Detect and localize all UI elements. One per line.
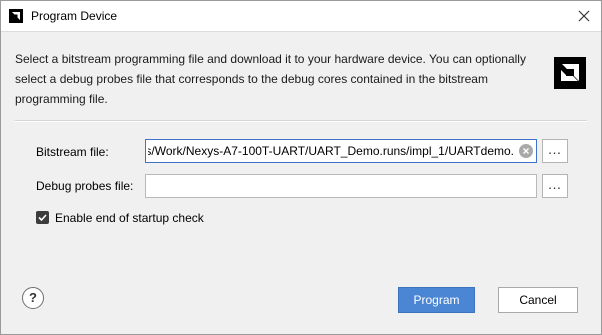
startup-check-checkbox[interactable] — [36, 211, 49, 224]
close-icon — [578, 10, 590, 22]
bitstream-browse-button[interactable]: … — [542, 139, 568, 163]
checkmark-icon — [38, 214, 47, 222]
window-title: Program Device — [31, 9, 118, 23]
program-device-dialog: Program Device Select a bitstream progra… — [0, 0, 602, 335]
debug-probes-browse-button[interactable]: … — [542, 174, 568, 198]
dialog-description: Select a bitstream programming file and … — [15, 52, 526, 106]
clear-icon[interactable] — [519, 144, 533, 158]
amd-brand-logo-icon — [554, 57, 586, 89]
startup-check-label[interactable]: Enable end of startup check — [55, 211, 204, 225]
bitstream-file-input[interactable]: C:/Users/Work/Nexys-A7-100T-UART/UART_De… — [145, 139, 537, 163]
bitstream-file-label: Bitstream file: — [36, 145, 109, 159]
program-button[interactable]: Program — [398, 287, 475, 313]
help-button[interactable]: ? — [22, 287, 44, 309]
amd-logo-icon — [9, 9, 23, 23]
cancel-button[interactable]: Cancel — [498, 287, 578, 313]
close-button[interactable] — [571, 3, 597, 29]
bitstream-file-value: C:/Users/Work/Nexys-A7-100T-UART/UART_De… — [148, 144, 514, 158]
debug-probes-file-input[interactable] — [145, 174, 537, 198]
debug-probes-file-label: Debug probes file: — [36, 179, 134, 193]
title-bar: Program Device — [1, 1, 601, 32]
separator — [15, 120, 587, 122]
